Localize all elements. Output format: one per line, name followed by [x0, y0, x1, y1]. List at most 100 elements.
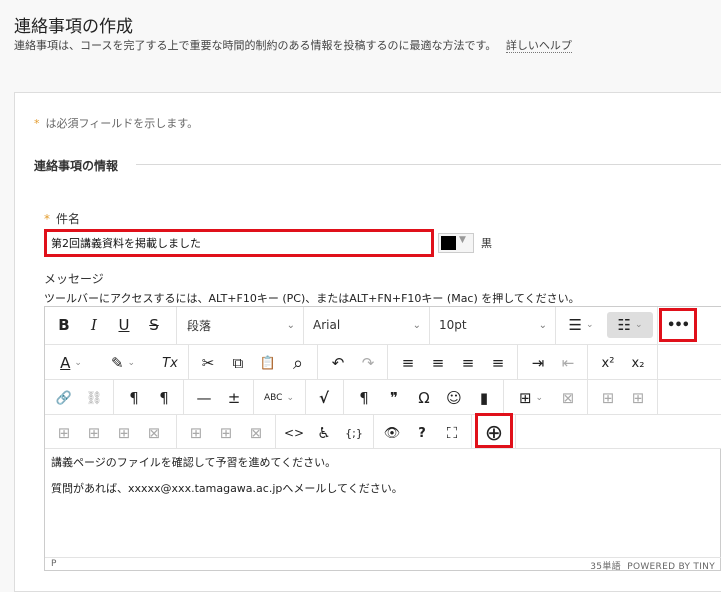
redo-icon[interactable]: ↷: [355, 350, 381, 376]
source-code-icon[interactable]: {;}: [341, 420, 367, 446]
italic-icon[interactable]: I: [81, 312, 107, 338]
delete-table-icon[interactable]: ⊠: [555, 385, 581, 411]
clear-formatting-icon[interactable]: Tx: [157, 350, 183, 376]
font-size-select-value: 10pt: [439, 318, 467, 332]
bold-icon[interactable]: B: [51, 312, 77, 338]
help-icon[interactable]: ?: [409, 420, 435, 446]
chevron-down-icon: ⌄: [535, 393, 544, 403]
table-insert-col-before-icon[interactable]: ⊞: [183, 420, 209, 446]
table-glyph: ⊞: [518, 389, 532, 407]
chevron-down-icon: ⌄: [286, 319, 295, 331]
table-insert-row-after-icon[interactable]: ⊞: [111, 420, 137, 446]
special-char-icon[interactable]: Ω: [411, 385, 437, 411]
undo-icon[interactable]: ↶: [325, 350, 351, 376]
required-note-text: は必須フィールドを示します。: [45, 117, 199, 130]
message-hint: ツールバーにアクセスするには、ALT+F10キー (PC)、またはALT+FN+…: [44, 292, 580, 305]
format-select[interactable]: 段落 ⌄: [181, 312, 301, 338]
table-delete-col-icon[interactable]: ⊠: [243, 420, 269, 446]
toolbar-separator: [387, 345, 388, 380]
copy-icon[interactable]: ⧉: [225, 350, 251, 376]
table-delete-row-icon[interactable]: ⊠: [141, 420, 167, 446]
accessibility-icon[interactable]: ♿: [311, 420, 337, 446]
status-right: 35単語 POWERED BY TINY: [590, 559, 715, 572]
chevron-down-icon: ⌄: [74, 358, 82, 368]
rich-text-editor: B I U S 段落 ⌄ Arial ⌄ 10pt ⌄ ☰ ⌄ ☷ ⌄ ••• A ⌄ ✎ ⌄…: [44, 306, 721, 572]
ltr-icon[interactable]: ¶: [121, 385, 147, 411]
help-link[interactable]: 詳しいヘルプ: [505, 39, 572, 53]
element-path[interactable]: P: [51, 559, 56, 569]
text-color-glyph: A: [60, 354, 71, 372]
spellcheck-glyph: ABC: [263, 393, 283, 403]
bullet-list-glyph: ☰: [568, 316, 582, 334]
toolbar-separator: [587, 345, 588, 380]
subject-input[interactable]: 第2回講義資料を掲載しました: [44, 229, 434, 257]
toolbar-separator: [176, 307, 177, 345]
unlink-icon[interactable]: ⛓: [81, 385, 107, 411]
page-title: 連絡事項の作成: [14, 17, 133, 37]
table-row-props-icon[interactable]: ⊞: [595, 385, 621, 411]
toolbar-separator: [183, 380, 184, 415]
toolbar-separator: [176, 415, 177, 449]
toolbar-separator: [429, 307, 430, 345]
blockquote-icon[interactable]: ❞: [381, 385, 407, 411]
font-size-select[interactable]: 10pt ⌄: [433, 312, 553, 338]
page-description: 連絡事項は、コースを完了する上で重要な時間的制約のある情報を投稿するのに最適な方…: [14, 37, 572, 53]
code-icon[interactable]: <>: [281, 420, 307, 446]
pilcrow-icon[interactable]: ¶: [351, 385, 377, 411]
font-select[interactable]: Arial ⌄: [307, 312, 427, 338]
horizontal-line-icon[interactable]: —: [191, 385, 217, 411]
toolbar-separator: [471, 415, 472, 449]
indent-icon[interactable]: ⇥: [525, 350, 551, 376]
text-color-icon[interactable]: A ⌄: [51, 350, 91, 376]
align-left-icon[interactable]: ≡: [395, 350, 421, 376]
fullscreen-icon[interactable]: ⛶: [439, 420, 465, 446]
highlight-color-icon[interactable]: ✎ ⌄: [101, 350, 145, 376]
spellcheck-icon[interactable]: ABC ⌄: [259, 385, 299, 411]
toolbar-row-2: A ⌄ ✎ ⌄ Tx ✂ ⧉ 📋 ⌕ ↶ ↷ ≡ ≡ ≡ ≡ ⇥ ⇤ x² x₂: [45, 345, 721, 380]
bullet-list-icon[interactable]: ☰ ⌄: [561, 312, 601, 338]
emoji-icon[interactable]: ☺: [441, 385, 467, 411]
chevron-down-icon: ⌄: [585, 320, 594, 330]
strikethrough-icon[interactable]: S: [141, 312, 167, 338]
table-cell-props-icon[interactable]: ⊞: [625, 385, 651, 411]
rtl-icon[interactable]: ¶: [151, 385, 177, 411]
table-merge-icon[interactable]: ⊞: [51, 420, 77, 446]
chevron-down-icon: ⌄: [412, 319, 421, 331]
preview-icon[interactable]: 👁: [379, 420, 405, 446]
search-icon[interactable]: ⌕: [285, 350, 311, 376]
chevron-down-icon: ⌄: [127, 358, 136, 368]
outdent-icon[interactable]: ⇤: [555, 350, 581, 376]
link-icon[interactable]: 🔗: [51, 385, 77, 411]
toolbar-separator: [343, 380, 344, 415]
underline-icon[interactable]: U: [111, 312, 137, 338]
table-insert-row-before-icon[interactable]: ⊞: [81, 420, 107, 446]
toolbar-separator: [275, 415, 276, 449]
word-count: 35単語: [590, 562, 621, 572]
justify-icon[interactable]: ≡: [485, 350, 511, 376]
insert-icon[interactable]: ±: [221, 385, 247, 411]
cut-icon[interactable]: ✂: [195, 350, 221, 376]
content-paragraph: 質問があれば、xxxxx@xxx.tamagawa.ac.jpへメールしてくださ…: [51, 482, 403, 495]
toolbar-separator: [657, 345, 658, 380]
more-options-highlight: [659, 308, 697, 342]
bookmark-icon[interactable]: ▮: [471, 385, 497, 411]
toolbar-separator: [253, 380, 254, 415]
subscript-icon[interactable]: x₂: [625, 350, 651, 376]
content-paragraph: 講義ページのファイルを確認して予習を進めてください。: [51, 456, 337, 469]
superscript-icon[interactable]: x²: [595, 350, 621, 376]
editor-content[interactable]: 講義ページのファイルを確認して予習を進めてください。 質問があれば、xxxxx@…: [51, 455, 403, 507]
paste-icon[interactable]: 📋: [255, 350, 281, 376]
add-content-highlight: [475, 413, 513, 448]
numbered-list-icon[interactable]: ☷ ⌄: [607, 312, 653, 338]
color-picker[interactable]: ▼: [438, 233, 474, 253]
table-insert-col-after-icon[interactable]: ⊞: [213, 420, 239, 446]
toolbar-separator: [373, 415, 374, 449]
color-name: 黒: [481, 237, 492, 250]
math-icon[interactable]: √: [311, 385, 337, 411]
editor-statusbar: P 35単語 POWERED BY TINY: [45, 557, 721, 572]
subject-label-text: 件名: [56, 212, 81, 226]
align-right-icon[interactable]: ≡: [455, 350, 481, 376]
table-icon[interactable]: ⊞ ⌄: [509, 385, 553, 411]
align-center-icon[interactable]: ≡: [425, 350, 451, 376]
powered-by-link[interactable]: POWERED BY TINY: [627, 562, 715, 572]
